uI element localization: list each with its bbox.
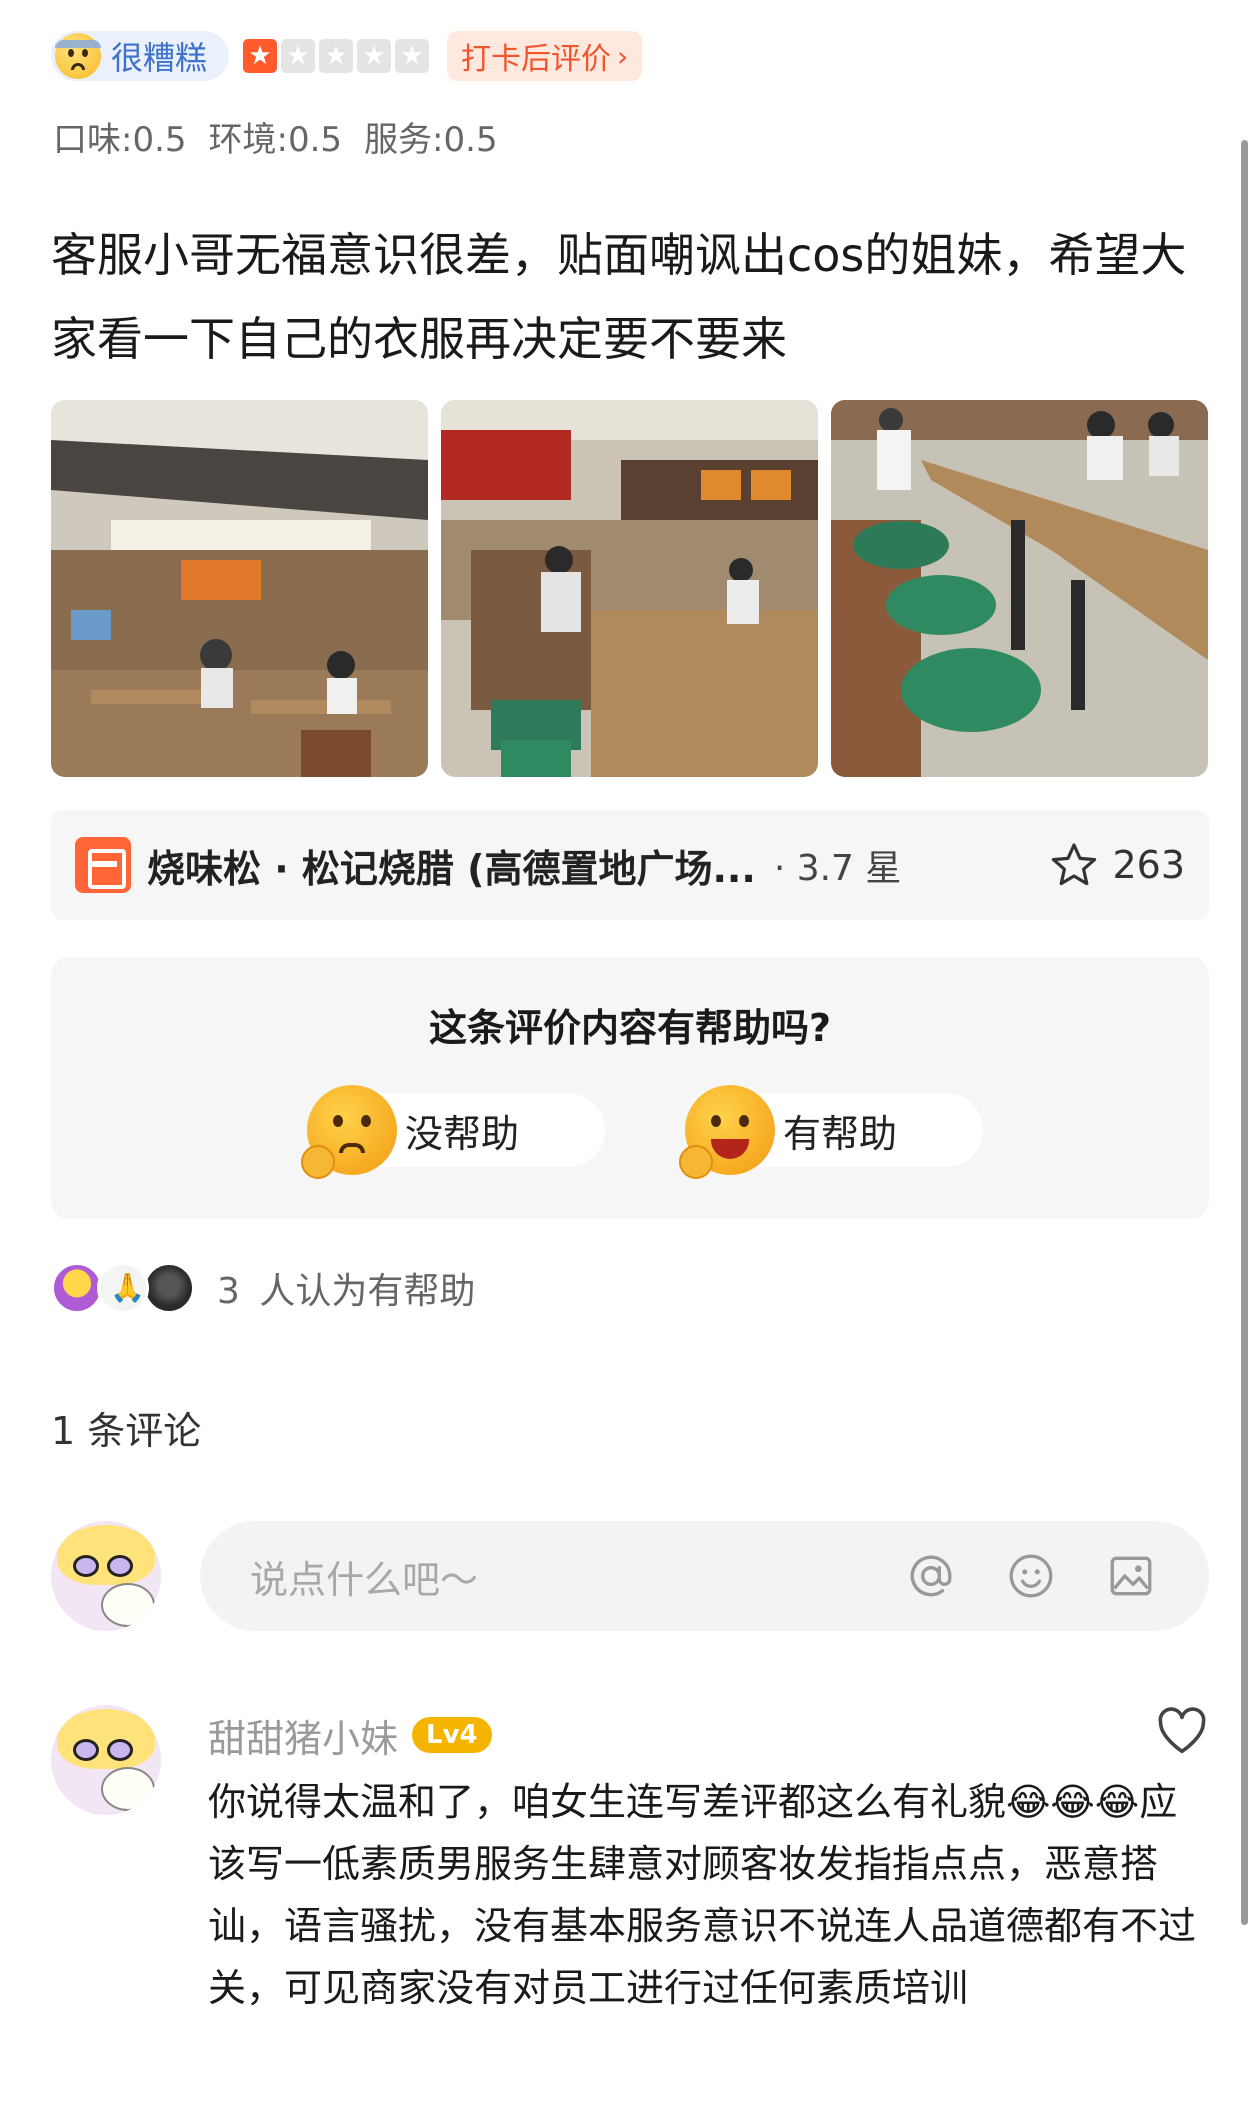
at-icon[interactable] xyxy=(903,1548,959,1604)
avatar[interactable] xyxy=(51,1705,161,1815)
shop-card[interactable]: 烧味松 · 松记烧腊 (高德置地广场... · 3.7 星 263 xyxy=(51,810,1209,920)
dining-hall-photo[interactable] xyxy=(441,400,818,777)
chevron-right-icon: › xyxy=(617,39,629,73)
score-taste: 口味:0.5 xyxy=(53,120,187,160)
level-badge: Lv4 xyxy=(412,1717,492,1753)
helped-count: 3 xyxy=(217,1271,240,1312)
helped-users-row[interactable]: 3 人认为有帮助 xyxy=(51,1262,475,1314)
comment-input-placeholder: 说点什么吧～ xyxy=(250,1557,479,1602)
mood-label: 很糟糕 xyxy=(111,39,208,77)
helpful-label: 有帮助 xyxy=(783,1111,898,1156)
not-helpful-button[interactable]: 没帮助 xyxy=(301,1085,605,1179)
rating-row: 很糟糕 ★ ★ ★ ★ ★ 打卡后评价 › xyxy=(51,28,643,84)
shop-rating: · 3.7 星 xyxy=(773,848,902,889)
shop-icon xyxy=(75,837,131,893)
favorite-count: 263 xyxy=(1112,843,1185,887)
comment-input[interactable]: 说点什么吧～ xyxy=(200,1521,1209,1631)
worried-face-icon xyxy=(55,33,101,79)
star-empty-icon: ★ xyxy=(281,39,316,73)
helped-label: 人认为有帮助 xyxy=(259,1271,476,1312)
star-outline-icon xyxy=(1052,843,1097,886)
happy-face-icon xyxy=(679,1085,775,1179)
restaurant-entrance-photo[interactable] xyxy=(51,400,428,777)
emoji-icon[interactable] xyxy=(1003,1548,1059,1604)
mood-badge: 很糟糕 xyxy=(51,31,230,81)
comment-text: 你说得太温和了，咱女生连写差评都这么有礼貌😂😂😂应该写一低素质男服务生肆意对顾客… xyxy=(208,1780,1197,2010)
star-empty-icon: ★ xyxy=(357,39,392,73)
heart-outline-icon xyxy=(1158,1707,1206,1754)
like-button[interactable] xyxy=(1155,1705,1209,1759)
avatar xyxy=(51,1262,103,1314)
helpful-card: 这条评价内容有帮助吗? 没帮助 有帮助 xyxy=(51,957,1209,1219)
avatar xyxy=(143,1262,195,1314)
avatar xyxy=(51,1521,161,1631)
star-rating: ★ ★ ★ ★ ★ xyxy=(243,39,430,73)
score-environment: 环境:0.5 xyxy=(208,120,343,160)
green-chairs-photo[interactable] xyxy=(831,400,1208,777)
favorite-button[interactable]: 263 xyxy=(1050,842,1185,888)
shop-name: 烧味松 · 松记烧腊 (高德置地广场... xyxy=(147,846,756,891)
helpful-question: 这条评价内容有帮助吗? xyxy=(428,1006,832,1050)
not-helpful-label: 没帮助 xyxy=(405,1111,520,1156)
helpful-button[interactable]: 有帮助 xyxy=(679,1085,983,1179)
photo-grid xyxy=(51,400,1208,777)
comment-count: 1 条评论 xyxy=(51,1409,202,1453)
avatar xyxy=(97,1262,149,1314)
image-icon[interactable] xyxy=(1103,1548,1159,1604)
star-empty-icon: ★ xyxy=(319,39,354,73)
star-filled-icon: ★ xyxy=(243,39,278,73)
review-text: 客服小哥无福意识很差，贴面嘲讽出cos的姐妹，希望大家看一下自己的衣服再决定要不… xyxy=(51,228,1187,366)
scrollbar[interactable] xyxy=(1241,140,1248,1925)
my-avatar[interactable] xyxy=(51,1521,161,1631)
comment-username[interactable]: 甜甜猪小妹 xyxy=(208,1708,398,1763)
checkin-label: 打卡后评价 xyxy=(461,42,612,77)
checkin-review-button[interactable]: 打卡后评价 › xyxy=(447,31,643,81)
sad-face-icon xyxy=(301,1085,397,1179)
comment-header: 甜甜猪小妹 Lv4 xyxy=(208,1705,492,1765)
star-empty-icon: ★ xyxy=(395,39,430,73)
sub-scores: 口味:0.5 环境:0.5 服务:0.5 xyxy=(53,112,498,161)
helped-count-text: 3 人认为有帮助 xyxy=(217,1262,475,1314)
score-service: 服务:0.5 xyxy=(364,120,498,160)
